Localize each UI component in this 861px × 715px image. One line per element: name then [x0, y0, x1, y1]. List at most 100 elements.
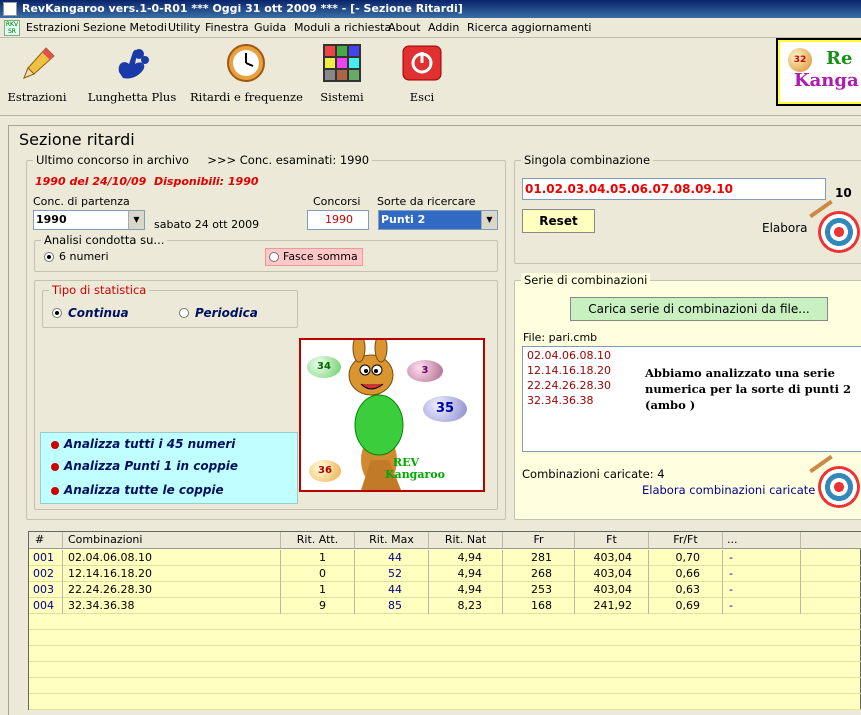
table-header: # Combinazioni Rit. Att. Rit. Max Rit. N…	[29, 532, 861, 549]
cell-rit-nat: 4,94	[429, 566, 503, 582]
cell-rit-nat: 8,23	[429, 598, 503, 614]
cell-index: 003	[29, 582, 63, 598]
concorsi-input[interactable]: 1990	[307, 210, 369, 230]
lottery-hand-icon	[111, 42, 153, 84]
available-text: Disponibili: 1990	[154, 175, 259, 188]
mdi-child-icon[interactable]: RKV SR	[4, 20, 20, 36]
cell-fr-ft: 0,69	[649, 598, 723, 614]
radio-continua[interactable]	[52, 308, 62, 318]
last-draw-text: 1990 del 24/10/09	[35, 175, 147, 188]
col-header-combinazioni[interactable]: Combinazioni	[63, 532, 281, 548]
file-label: File: pari.cmb	[523, 331, 598, 344]
ball-34: 34	[307, 356, 341, 378]
cell-more: -	[723, 582, 801, 598]
menu-ricerca-aggiornamenti[interactable]: Ricerca aggiornamenti	[467, 21, 591, 35]
table-row[interactable]: 004 32.34.36.38 9 85 8,23 168 241,92 0,69-	[29, 598, 861, 614]
analizza-tutte-coppie[interactable]: Analizza tutte le coppie	[51, 483, 224, 497]
sorte-select[interactable]: Punti 2 ▼	[378, 210, 498, 230]
menu-utility[interactable]: Utility	[168, 21, 200, 35]
singola-count: 10	[835, 186, 852, 200]
cell-rit-nat: 4,94	[429, 582, 503, 598]
carica-serie-button[interactable]: Carica serie di combinazioni da file...	[570, 297, 828, 321]
menu-sezione-metodi[interactable]: Sezione Metodi	[83, 21, 167, 35]
cell-combinazione: 22.24.26.28.30	[63, 582, 281, 598]
list-item[interactable]: 12.14.16.18.20	[527, 364, 611, 377]
cell-rit-att: 1	[281, 550, 355, 566]
col-header-more[interactable]: ...	[723, 532, 801, 548]
cell-fr: 168	[503, 598, 575, 614]
serie-legend: Serie di combinazioni	[521, 273, 651, 287]
singola-input[interactable]: 01.02.03.04.05.06.07.08.09.10	[522, 178, 826, 200]
analizza-punti-1-coppie[interactable]: Analizza Punti 1 in coppie	[51, 459, 238, 473]
lunghetta-plus-button[interactable]: Lunghetta Plus	[86, 42, 178, 104]
menu-moduli[interactable]: Moduli a richiesta	[294, 21, 391, 35]
logo-ball: 32	[788, 48, 812, 72]
conc-partenza-select[interactable]: 1990 ▼	[33, 210, 145, 230]
col-header-rit-nat[interactable]: Rit. Nat	[429, 532, 503, 548]
list-item[interactable]: 22.24.26.28.30	[527, 379, 611, 392]
reset-button[interactable]: Reset	[522, 209, 595, 233]
col-header-rit-att[interactable]: Rit. Att.	[281, 532, 355, 548]
chevron-down-icon: ▼	[128, 211, 144, 229]
menu-addin[interactable]: Addin	[428, 21, 459, 35]
ball-3: 3	[407, 360, 443, 382]
ball-35: 35	[423, 396, 467, 422]
table-row-empty	[29, 614, 861, 630]
cell-fr-ft: 0,70	[649, 550, 723, 566]
list-item[interactable]: 02.04.06.08.10	[527, 349, 611, 362]
radio-continua-label: Continua	[68, 306, 129, 320]
analizza-box: Analizza tutti i 45 numeri Analizza Punt…	[40, 432, 298, 504]
clock-icon	[225, 42, 267, 84]
cell-ft: 403,04	[575, 582, 649, 598]
cell-fr-ft: 0,63	[649, 582, 723, 598]
window-title: RevKangaroo vers.1-0-R01 *** Oggi 31 ott…	[22, 2, 463, 15]
menu-finestra[interactable]: Finestra	[205, 21, 249, 35]
cell-rit-max: 52	[355, 566, 429, 582]
cell-rit-att: 0	[281, 566, 355, 582]
conc-partenza-date: sabato 24 ott 2009	[154, 218, 260, 231]
table-row-empty	[29, 694, 861, 710]
menu-guida[interactable]: Guida	[254, 21, 286, 35]
col-header-fr[interactable]: Fr	[503, 532, 575, 548]
radio-fasce-somma-label: Fasce somma	[283, 250, 358, 263]
radio-periodica-label: Periodica	[195, 306, 258, 320]
col-header-rit-max[interactable]: Rit. Max	[355, 532, 429, 548]
concorsi-label: Concorsi	[313, 195, 361, 208]
menu-about[interactable]: About	[388, 21, 421, 35]
radio-fasce-somma[interactable]	[269, 252, 279, 262]
logo-text-1: Re	[826, 48, 853, 69]
logo-text-2: Kanga	[794, 70, 859, 91]
ritardi-frequenze-button[interactable]: Ritardi e frequenze	[190, 42, 303, 104]
elabora-target-icon[interactable]	[809, 199, 860, 253]
cell-rit-max: 44	[355, 550, 429, 566]
revkangaroo-logo: 32 Re Kanga	[776, 38, 861, 106]
grid-icon	[321, 42, 363, 84]
esci-button[interactable]: Esci	[398, 42, 446, 104]
caricate-label: Combinazioni caricate: 4	[522, 467, 665, 481]
table-row-empty	[29, 678, 861, 694]
estrazioni-button[interactable]: Estrazioni	[6, 42, 68, 104]
table-row[interactable]: 001 02.04.06.08.10 1 44 4,94 281 403,04 0,70-	[29, 550, 861, 566]
table-row-empty	[29, 646, 861, 662]
col-header-fr-ft[interactable]: Fr/Ft	[649, 532, 723, 548]
results-table[interactable]: # Combinazioni Rit. Att. Rit. Max Rit. N…	[28, 531, 861, 710]
serie-list[interactable]: 02.04.06.08.10 12.14.16.18.20 22.24.26.2…	[522, 346, 861, 452]
table-row[interactable]: 002 12.14.16.18.20 0 52 4,94 268 403,04 0,66-	[29, 566, 861, 582]
radio-6-numeri[interactable]	[44, 252, 54, 262]
elabora-caricate-target-icon[interactable]	[809, 454, 860, 508]
radio-periodica[interactable]	[179, 308, 189, 318]
analisi-legend: Analisi condotta su...	[41, 233, 168, 247]
archive-legend: Ultimo concorso in archivo >>> Conc. esa…	[33, 153, 373, 167]
analizza-45-numeri[interactable]: Analizza tutti i 45 numeri	[51, 437, 235, 451]
col-header-ft[interactable]: Ft	[575, 532, 649, 548]
col-header-index[interactable]: #	[29, 532, 63, 548]
tipo-legend: Tipo di statistica	[49, 283, 150, 297]
menu-estrazioni[interactable]: Estrazioni	[26, 21, 80, 35]
cell-fr: 281	[503, 550, 575, 566]
list-item[interactable]: 32.34.36.38	[527, 394, 593, 407]
cell-combinazione: 02.04.06.08.10	[63, 550, 281, 566]
sistemi-button[interactable]: Sistemi	[316, 42, 368, 104]
kangaroo-text-name: Kangaroo	[385, 468, 445, 481]
pencil-icon	[16, 42, 58, 84]
table-row[interactable]: 003 22.24.26.28.30 1 44 4,94 253 403,04 0,63-	[29, 582, 861, 598]
